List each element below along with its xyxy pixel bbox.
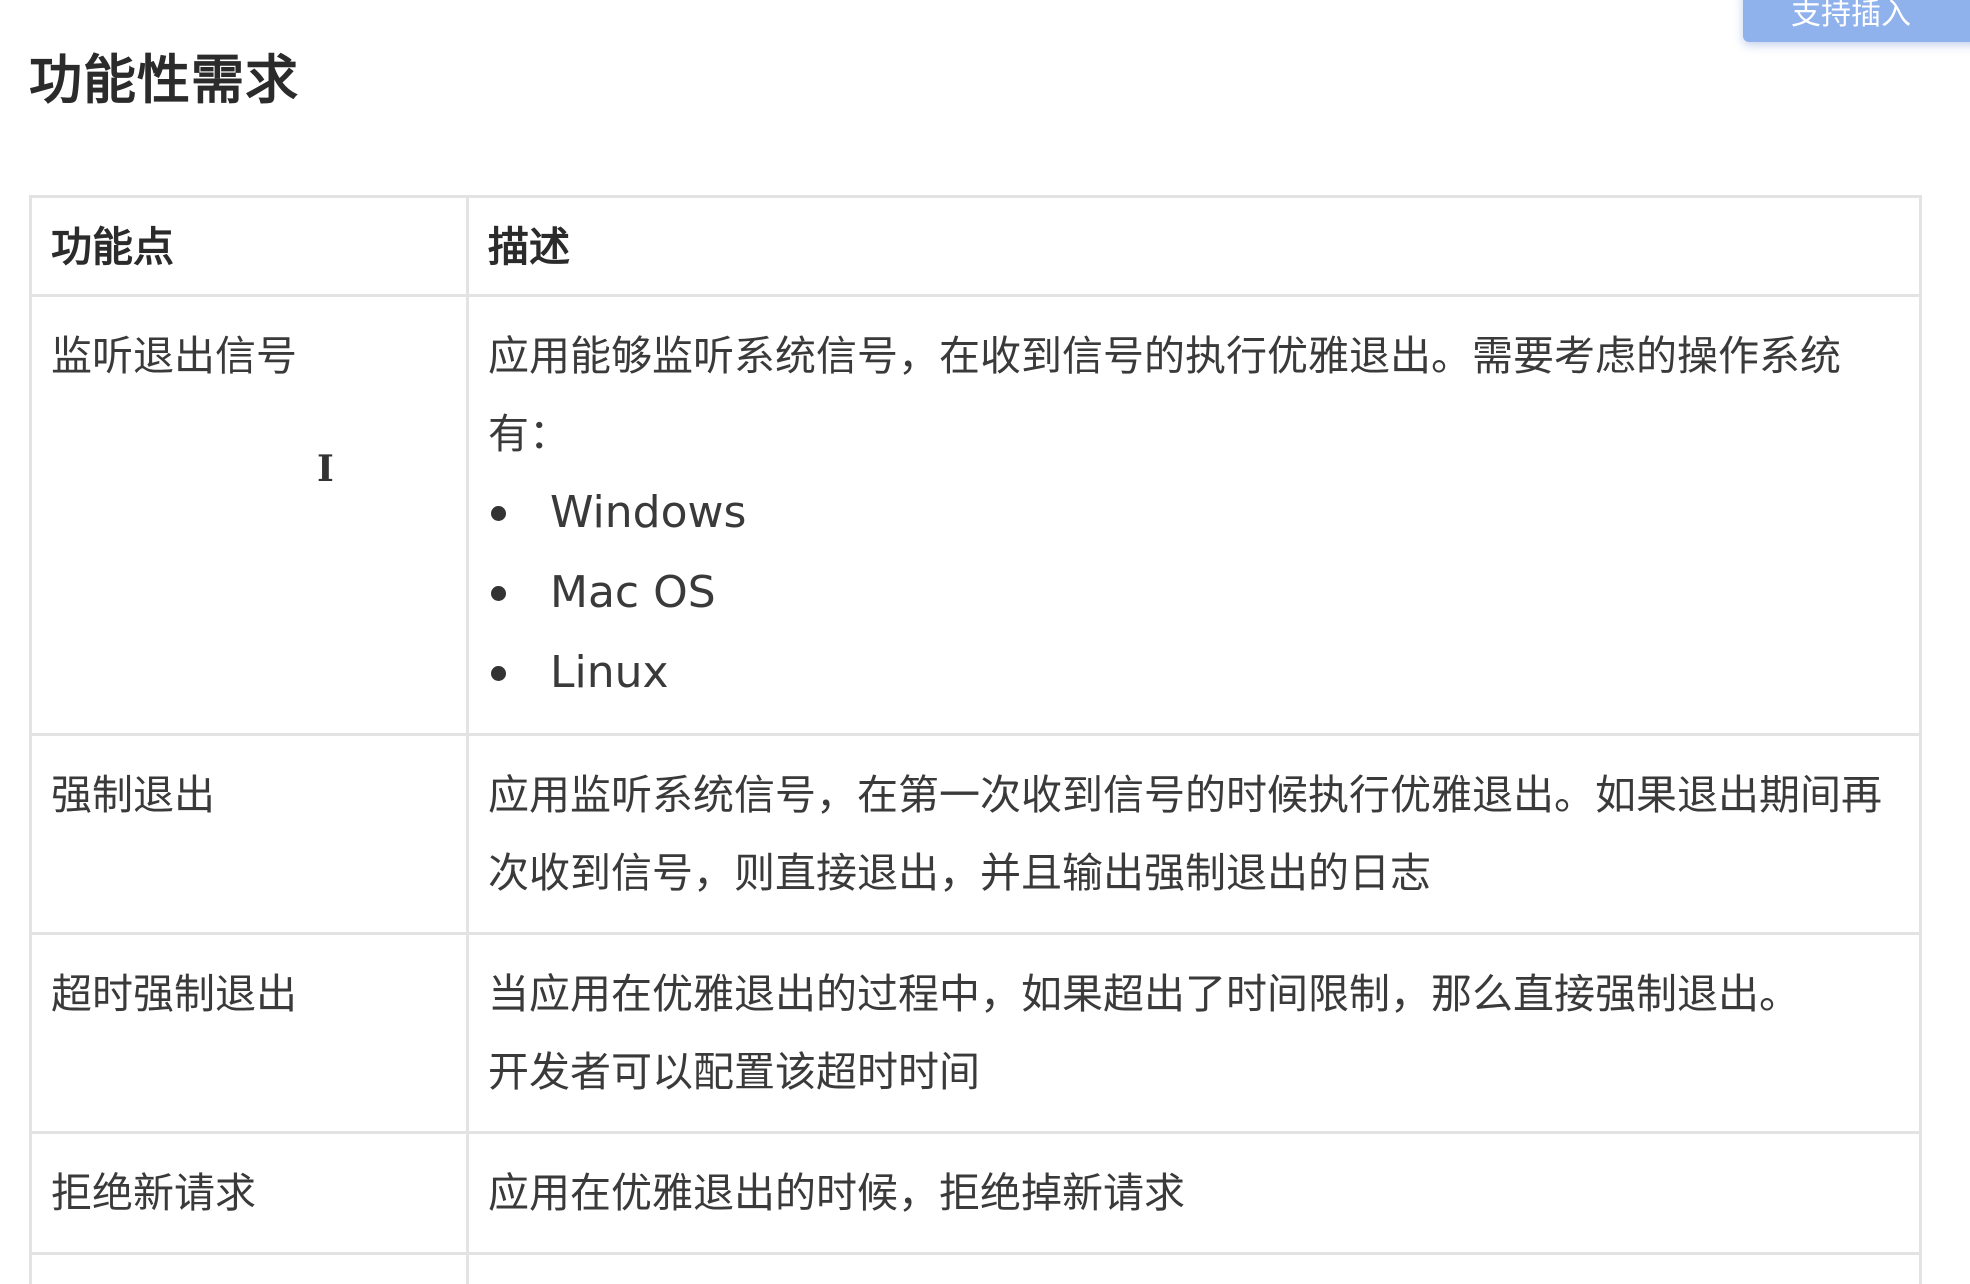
feature-cell: 强制退出 (29, 733, 469, 935)
insert-button[interactable]: 支持插入 (1743, 0, 1970, 42)
description-text: 应用能够监听系统信号，在收到信号的执行优雅退出。需要考虑的操作系统有： (488, 332, 1841, 458)
table-row: 拒绝新请求 应用在优雅退出的时候，拒绝掉新请求 (29, 1131, 1922, 1255)
column-header-feature: 功能点 (29, 195, 469, 297)
list-item: Linux (488, 633, 1901, 713)
table-header-row: 功能点 描述 (29, 195, 1922, 297)
page-title: 功能性需求 (29, 50, 299, 111)
list-item: Mac OS (488, 553, 1901, 633)
list-item: Windows (488, 473, 1901, 553)
table-row: 超时强制退出 当应用在优雅退出的过程中，如果超出了时间限制，那么直接强制退出。 … (29, 932, 1922, 1134)
requirements-table: 功能点 描述 监听退出信号 应用能够监听系统信号，在收到信号的执行优雅退出。需要… (29, 195, 1922, 1284)
description-text: 当应用在优雅退出的过程中，如果超出了时间限制，那么直接强制退出。 (488, 970, 1800, 1018)
feature-cell: 拒绝新请求 (29, 1131, 469, 1255)
text-cursor-icon: I (317, 448, 334, 490)
column-header-description: 描述 (466, 195, 1922, 297)
table-row: 强制退出 应用监听系统信号，在第一次收到信号的时候执行优雅退出。如果退出期间再次… (29, 733, 1922, 935)
document-page: 支持插入 功能性需求 功能点 描述 监听退出信号 应用能够监听系统信号，在收到信… (0, 0, 1970, 1284)
description-cell: 应用监听系统信号，在第一次收到信号的时候执行优雅退出。如果退出期间再次收到信号，… (466, 733, 1922, 935)
table-row: 监听退出信号 应用能够监听系统信号，在收到信号的执行优雅退出。需要考虑的操作系统… (29, 294, 1922, 736)
table-row-partial (29, 1252, 1922, 1284)
feature-cell: 监听退出信号 (29, 294, 469, 736)
description-cell: 应用能够监听系统信号，在收到信号的执行优雅退出。需要考虑的操作系统有： Wind… (466, 294, 1922, 736)
description-extra-text: 开发者可以配置该超时时间 (488, 1048, 980, 1096)
description-cell-empty (466, 1252, 1922, 1284)
description-cell: 当应用在优雅退出的过程中，如果超出了时间限制，那么直接强制退出。 开发者可以配置… (466, 932, 1922, 1134)
description-cell: 应用在优雅退出的时候，拒绝掉新请求 (466, 1131, 1922, 1255)
feature-cell-empty (29, 1252, 469, 1284)
feature-cell: 超时强制退出 (29, 932, 469, 1134)
os-list: Windows Mac OS Linux (488, 473, 1901, 713)
